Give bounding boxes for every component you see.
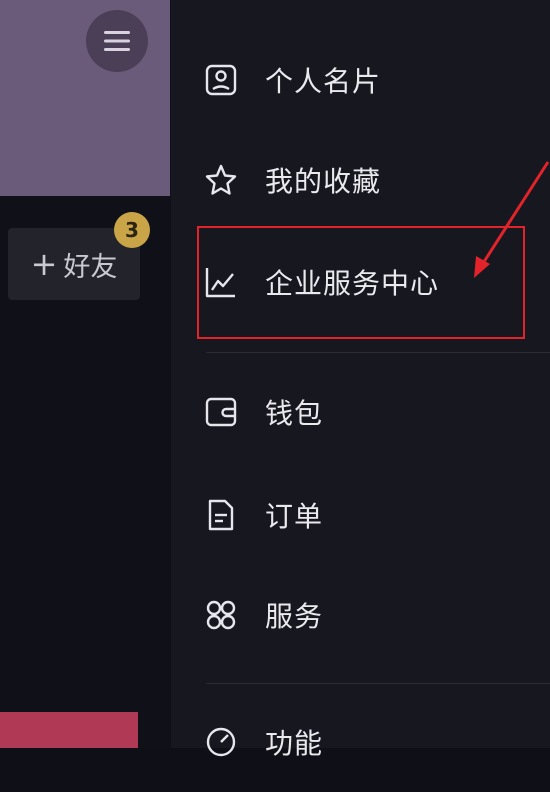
menu-item-wallet[interactable]: 钱包 — [171, 362, 550, 462]
id-card-icon — [203, 62, 239, 98]
menu-item-label: 服务 — [265, 600, 324, 633]
menu-item-label: 个人名片 — [265, 65, 382, 98]
divider — [206, 352, 550, 353]
add-friend-label: 好友 — [63, 251, 118, 283]
side-drawer: 个人名片 我的收藏 企业服务中心 钱包 订单 服务 功能 — [171, 0, 550, 760]
annotation-arrow — [474, 161, 550, 278]
menu-item-business-card[interactable]: 个人名片 — [171, 30, 550, 130]
wallet-icon — [203, 394, 239, 430]
hamburger-icon — [104, 31, 130, 51]
bottom-card[interactable] — [0, 712, 138, 748]
menu-button[interactable] — [86, 10, 148, 72]
menu-item-orders[interactable]: 订单 — [171, 465, 550, 565]
profile-background-panel: + 好友 3 — [0, 0, 170, 748]
star-icon — [203, 162, 239, 198]
document-icon — [203, 497, 239, 533]
plus-icon: + — [30, 245, 58, 283]
divider — [206, 683, 550, 684]
gauge-icon — [203, 724, 239, 760]
grid-icon — [203, 597, 239, 633]
menu-item-label: 我的收藏 — [265, 165, 382, 198]
notification-badge: 3 — [114, 212, 150, 248]
menu-item-label: 功能 — [265, 727, 324, 760]
menu-item-label: 钱包 — [265, 397, 324, 430]
menu-item-services[interactable]: 服务 — [171, 565, 550, 665]
menu-item-label: 订单 — [265, 500, 324, 533]
menu-item-functions[interactable]: 功能 — [171, 692, 550, 792]
